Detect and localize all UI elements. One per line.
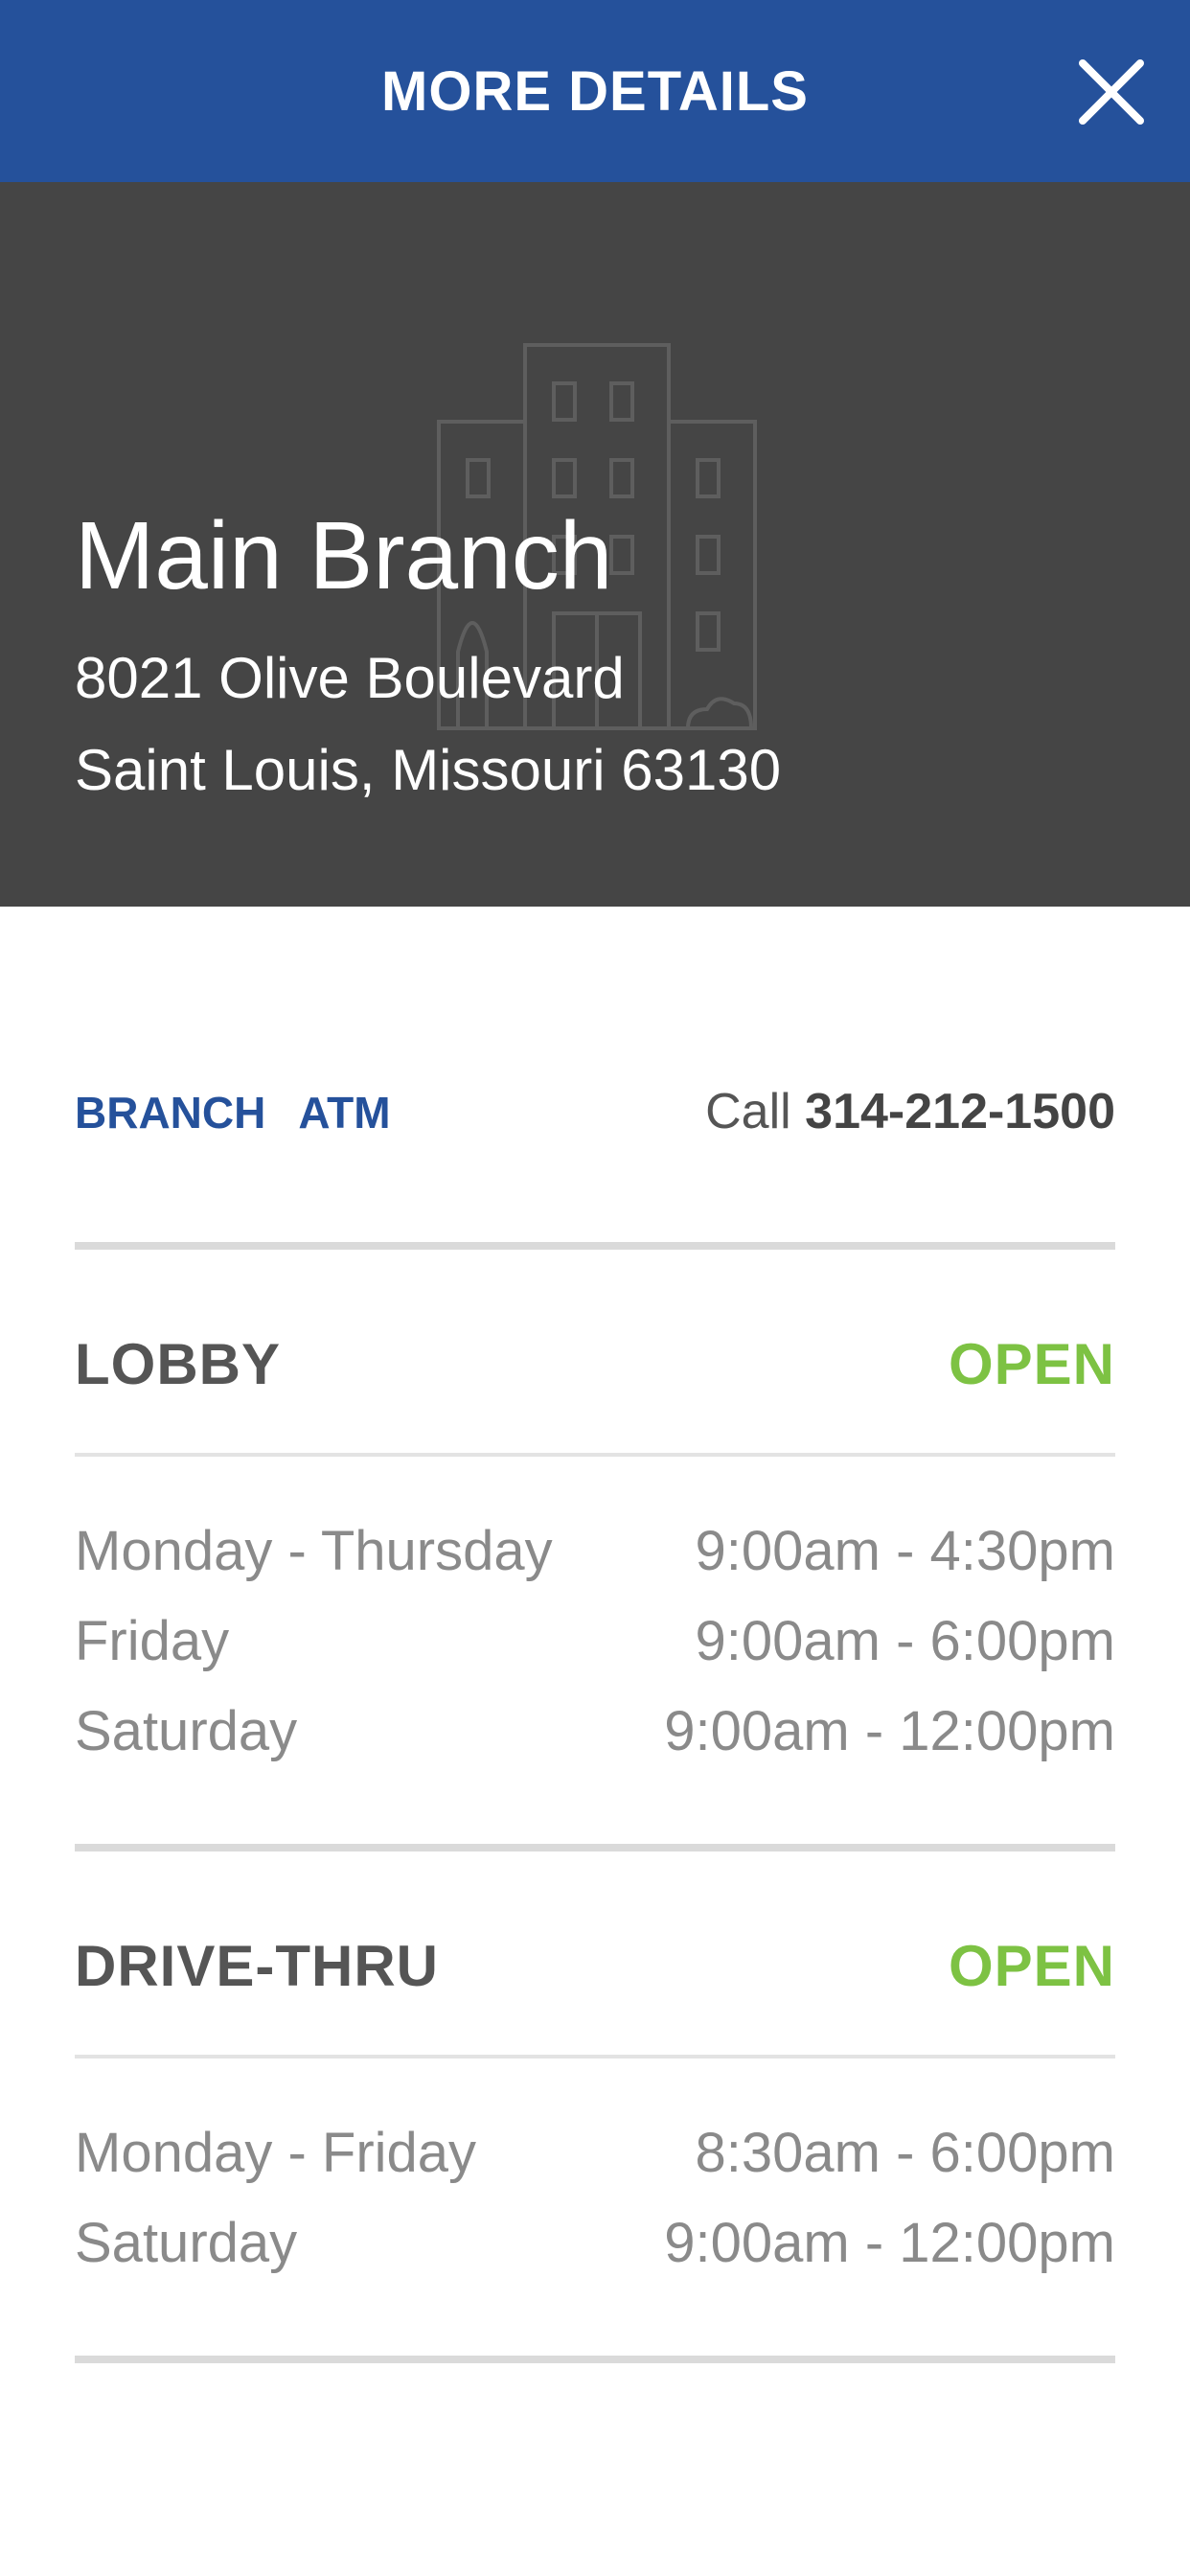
call-link[interactable]: Call 314-212-1500 <box>705 1087 1115 1137</box>
hours-time: 9:00am - 4:30pm <box>695 1520 1115 1582</box>
branch-hero: Main Branch 8021 Olive Boulevard Saint L… <box>0 182 1190 907</box>
hours-day: Saturday <box>75 1700 298 1762</box>
address-line-1: 8021 Olive Boulevard <box>75 646 625 710</box>
hours-row: Saturday 9:00am - 12:00pm <box>75 2216 1115 2271</box>
drive-thru-status-badge: OPEN <box>948 1934 1115 1998</box>
tab-atm[interactable]: ATM <box>298 1091 390 1135</box>
page-title: MORE DETAILS <box>381 59 809 123</box>
divider <box>75 1453 1115 1457</box>
divider <box>75 2356 1115 2363</box>
drive-thru-title: DRIVE-THRU <box>75 1934 439 1998</box>
call-label: Call <box>705 1084 791 1139</box>
hours-row: Monday - Thursday 9:00am - 4:30pm <box>75 1524 1115 1579</box>
address-line-2: Saint Louis, Missouri 63130 <box>75 738 782 802</box>
close-icon <box>1079 59 1144 125</box>
hours-row: Monday - Friday 8:30am - 6:00pm <box>75 2126 1115 2181</box>
branch-name: Main Branch <box>75 502 613 610</box>
hours-row: Friday 9:00am - 6:00pm <box>75 1614 1115 1669</box>
location-type-tabs: BRANCH ATM <box>75 1091 391 1135</box>
header-bar: MORE DETAILS <box>0 0 1190 182</box>
lobby-title: LOBBY <box>75 1332 281 1396</box>
lobby-status-badge: OPEN <box>948 1332 1115 1396</box>
divider <box>75 1242 1115 1250</box>
hours-day: Monday - Thursday <box>75 1520 553 1582</box>
hours-time: 9:00am - 12:00pm <box>664 1700 1115 1762</box>
divider <box>75 1844 1115 1852</box>
hours-row: Saturday 9:00am - 12:00pm <box>75 1704 1115 1760</box>
hours-time: 9:00am - 6:00pm <box>695 1610 1115 1672</box>
hours-time: 9:00am - 12:00pm <box>664 2212 1115 2274</box>
hours-day: Saturday <box>75 2212 298 2274</box>
divider <box>75 2055 1115 2058</box>
close-button[interactable] <box>1075 56 1148 128</box>
hours-day: Monday - Friday <box>75 2122 477 2184</box>
hours-time: 8:30am - 6:00pm <box>695 2122 1115 2184</box>
phone-number: 314-212-1500 <box>805 1084 1115 1139</box>
tab-branch[interactable]: BRANCH <box>75 1091 265 1135</box>
hours-day: Friday <box>75 1610 230 1672</box>
